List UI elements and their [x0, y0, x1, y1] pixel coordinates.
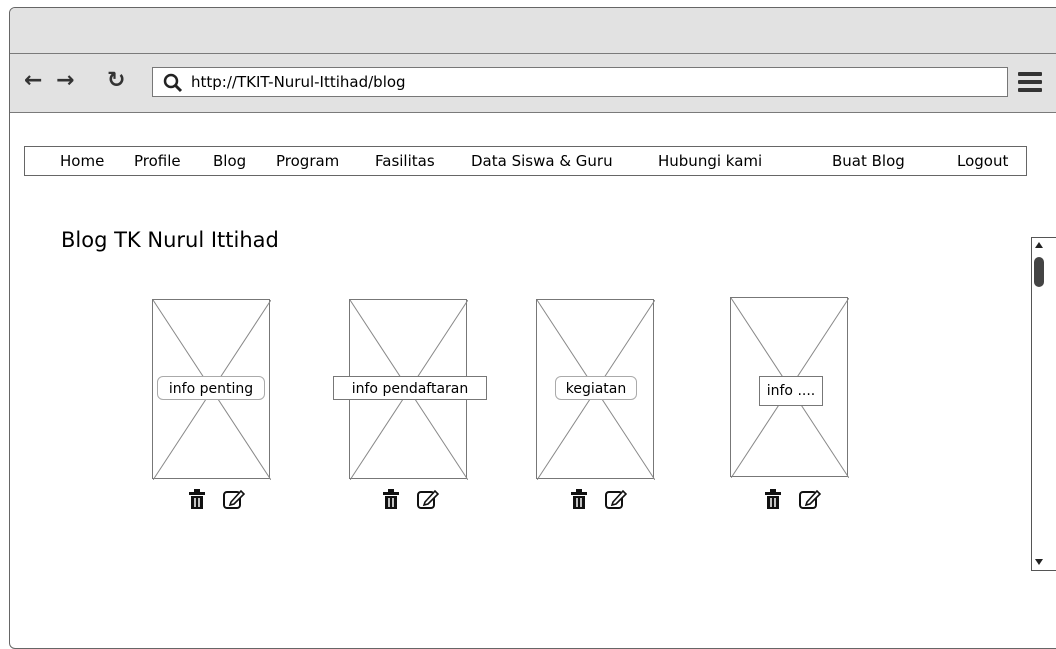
trash-icon[interactable]: [188, 489, 206, 509]
search-icon: [163, 73, 183, 93]
main-nav: Home Profile Blog Program Fasilitas Data…: [24, 146, 1027, 176]
scroll-up-icon[interactable]: [1035, 242, 1043, 248]
nav-item-program[interactable]: Program: [276, 152, 339, 170]
trash-icon[interactable]: [764, 489, 782, 509]
url-text: http://TKIT-Nurul-Ittihad/blog: [191, 73, 406, 91]
arrow-left-icon[interactable]: ←: [24, 68, 42, 94]
title-bar: [10, 8, 1056, 54]
page-title: Blog TK Nurul Ittihad: [61, 228, 279, 252]
edit-icon[interactable]: [417, 489, 439, 509]
scrollbar-thumb[interactable]: [1034, 257, 1044, 287]
trash-icon[interactable]: [382, 489, 400, 509]
blog-card[interactable]: info penting: [152, 299, 271, 480]
nav-item-profile[interactable]: Profile: [134, 152, 181, 170]
blog-card-label[interactable]: info ....: [759, 376, 823, 406]
nav-item-blog[interactable]: Blog: [213, 152, 246, 170]
nav-item-logout[interactable]: Logout: [957, 152, 1008, 170]
reload-icon[interactable]: ↻: [107, 68, 125, 94]
browser-toolbar: ← → ↻ http://TKIT-Nurul-Ittihad/blog: [10, 54, 1056, 113]
address-bar[interactable]: http://TKIT-Nurul-Ittihad/blog: [152, 67, 1008, 97]
nav-item-hubungi-kami[interactable]: Hubungi kami: [658, 152, 762, 170]
blog-card[interactable]: info pendaftaran: [333, 299, 487, 480]
blog-card-label[interactable]: info pendaftaran: [333, 376, 487, 400]
blog-card-label[interactable]: info penting: [157, 376, 265, 400]
scroll-down-icon[interactable]: [1035, 559, 1043, 565]
edit-icon[interactable]: [223, 489, 245, 509]
edit-icon[interactable]: [605, 489, 627, 509]
nav-item-data-siswa-guru[interactable]: Data Siswa & Guru: [471, 152, 613, 170]
nav-item-fasilitas[interactable]: Fasilitas: [375, 152, 435, 170]
trash-icon[interactable]: [570, 489, 588, 509]
blog-card[interactable]: kegiatan: [536, 299, 655, 480]
nav-item-buat-blog[interactable]: Buat Blog: [832, 152, 905, 170]
hamburger-menu-icon[interactable]: [1018, 72, 1042, 96]
nav-item-home[interactable]: Home: [60, 152, 104, 170]
arrow-right-icon[interactable]: →: [56, 68, 74, 94]
blog-card-label[interactable]: kegiatan: [555, 376, 637, 400]
blog-card[interactable]: info ....: [730, 297, 849, 478]
vertical-scrollbar[interactable]: [1031, 237, 1056, 571]
edit-icon[interactable]: [799, 489, 821, 509]
